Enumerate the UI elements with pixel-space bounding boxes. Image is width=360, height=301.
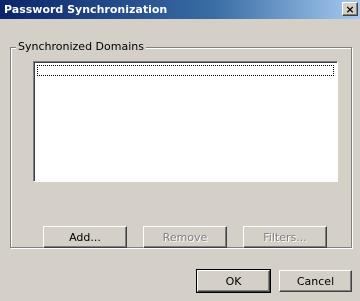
title-bar[interactable]: Password Synchronization × — [0, 0, 360, 19]
window-title: Password Synchronization — [4, 3, 168, 16]
add-button[interactable]: Add... — [43, 226, 127, 248]
remove-button[interactable]: Remove — [143, 226, 227, 248]
ok-button[interactable]: OK — [196, 269, 271, 293]
cancel-button[interactable]: Cancel — [279, 270, 352, 292]
group-label: Synchronized Domains — [16, 40, 146, 53]
close-icon: × — [345, 2, 355, 16]
domains-listbox[interactable] — [33, 61, 338, 182]
filters-button[interactable]: Filters... — [243, 226, 327, 248]
list-focus-rect — [37, 65, 334, 76]
dialog-window: Password Synchronization × Synchronized … — [0, 0, 360, 301]
close-button[interactable]: × — [342, 2, 358, 16]
